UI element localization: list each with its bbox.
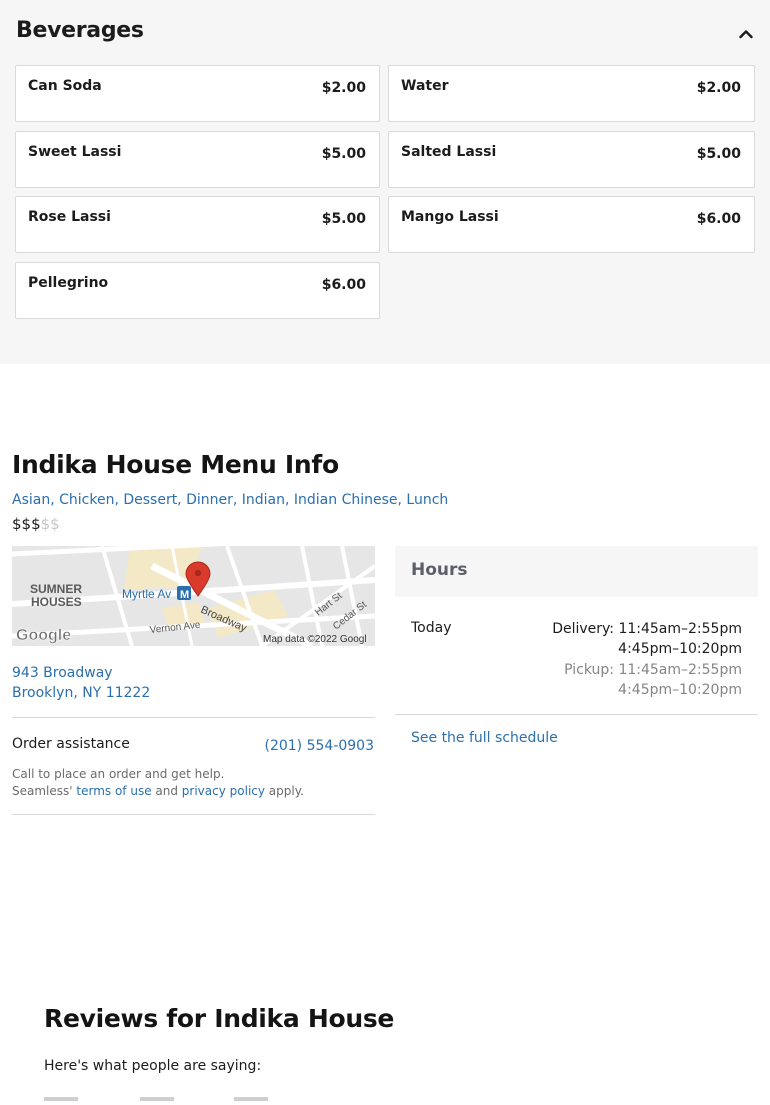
reviews-subtitle: Here's what people are saying: [44,1058,262,1074]
price-range: $$$$$ [12,515,60,533]
divider [12,814,375,815]
section-title: Beverages [16,18,144,43]
map-label-neighborhood: HOUSES [31,595,82,609]
menu-item-price: $2.00 [321,80,366,96]
hours-header: Hours [395,546,758,597]
google-logo: Google [16,627,71,644]
menu-item-name: Salted Lassi [401,144,497,160]
policy-and: and [151,784,182,798]
delivery-hours-evening: 4:45pm–10:20pm [618,641,742,658]
menu-item-price: $5.00 [696,146,741,162]
menu-item-price: $5.00 [321,211,366,227]
menu-item-card[interactable]: Rose Lassi $5.00 [15,196,380,253]
address-line-city[interactable]: Brooklyn, NY 11222 [12,683,150,703]
price-range-active: $$$ [12,515,41,533]
menu-item-name: Can Soda [28,78,102,94]
hours-day: Today [411,620,452,636]
review-stat-clipped [234,1090,268,1101]
reviews-title: Reviews for Indika House [44,1004,395,1033]
policy-line: Seamless' terms of use and privacy polic… [12,783,304,800]
pickup-hours: Pickup: 11:45am–2:55pm [564,661,742,678]
menu-section: Beverages Can Soda $2.00 Water $2.00 Swe… [0,0,770,364]
menu-item-price: $6.00 [696,211,741,227]
review-stat-clipped [44,1090,78,1101]
address-line-street[interactable]: 943 Broadway [12,663,150,683]
menu-item-price: $2.00 [696,80,741,96]
review-stat-clipped [140,1090,174,1101]
map-label-station: Myrtle Av [122,587,171,601]
menu-item-name: Water [401,78,449,94]
map-label-neighborhood: SUMNER [30,582,82,596]
menu-item-card[interactable]: Pellegrino $6.00 [15,262,380,319]
menu-item-price: $6.00 [321,277,366,293]
menu-item-card[interactable]: Water $2.00 [388,65,755,122]
order-help-text: Call to place an order and get help. Sea… [12,766,304,800]
menu-item-card[interactable]: Sweet Lassi $5.00 [15,131,380,188]
policy-prefix: Seamless' [12,784,77,798]
chevron-up-icon [739,30,753,39]
menu-item-name: Rose Lassi [28,209,111,225]
menu-item-card[interactable]: Can Soda $2.00 [15,65,380,122]
menu-item-name: Sweet Lassi [28,144,122,160]
menu-item-card[interactable]: Salted Lassi $5.00 [388,131,755,188]
divider [395,714,758,715]
location-map[interactable]: SUMNER HOUSES Myrtle Av M Broadway Verno… [12,546,375,646]
cuisine-tags[interactable]: Asian, Chicken, Dessert, Dinner, Indian,… [12,492,448,508]
price-range-inactive: $$ [40,515,60,533]
terms-of-use-link[interactable]: terms of use [76,784,151,798]
order-help-line: Call to place an order and get help. [12,767,225,781]
delivery-hours: Delivery: 11:45am–2:55pm [552,621,742,637]
map-attribution: Map data ©2022 Googl [263,634,367,645]
hours-title: Hours [411,560,468,580]
menu-info-title: Indika House Menu Info [12,450,339,479]
menu-item-name: Mango Lassi [401,209,499,225]
divider [12,717,375,718]
full-schedule-link[interactable]: See the full schedule [411,730,558,746]
menu-item-name: Pellegrino [28,275,109,291]
menu-item-card[interactable]: Mango Lassi $6.00 [388,196,755,253]
order-assistance-label: Order assistance [12,736,130,752]
restaurant-address: 943 Broadway Brooklyn, NY 11222 [12,663,150,703]
menu-item-price: $5.00 [321,146,366,162]
order-phone-link[interactable]: (201) 554-0903 [265,738,375,754]
map-label-subway-line: M [180,589,189,601]
privacy-policy-link[interactable]: privacy policy [182,784,265,798]
pickup-hours-evening: 4:45pm–10:20pm [618,681,742,698]
hours-times: Delivery: 11:45am–2:55pm 4:45pm–10:20pm … [552,619,742,700]
collapse-section-button[interactable] [734,22,758,46]
policy-suffix: apply. [264,784,304,798]
